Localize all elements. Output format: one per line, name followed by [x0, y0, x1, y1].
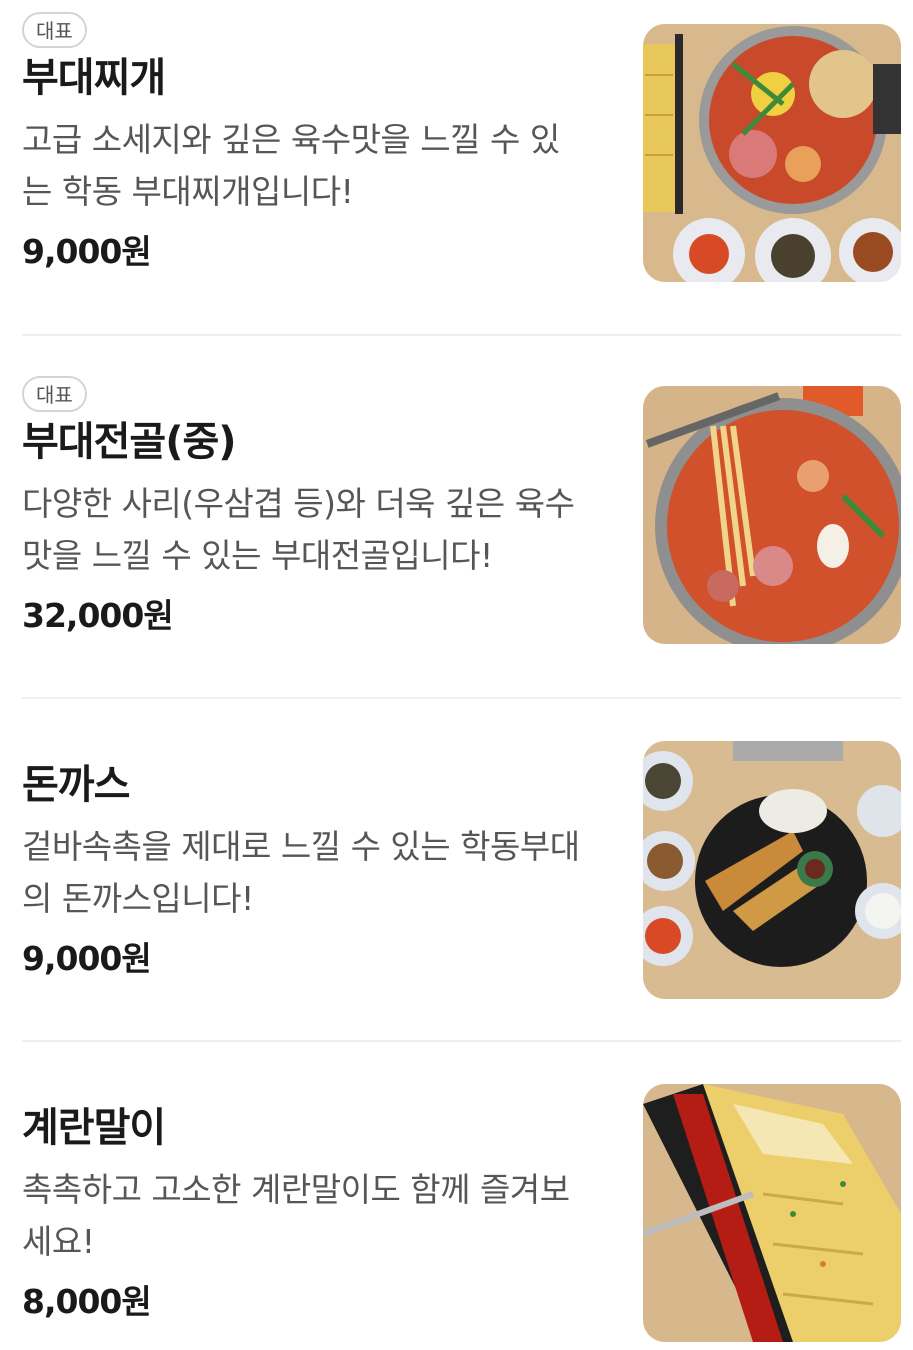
menu-item-price: 32,000원 — [22, 596, 174, 635]
menu-item[interactable]: 계란말이 촉촉하고 고소한 계란말이도 함께 즐겨보세요! 8,000원 — [22, 1042, 901, 1350]
budae-jeongol-photo[interactable] — [643, 386, 901, 644]
menu-item-description: 촉촉하고 고소한 계란말이도 함께 즐겨보세요! — [22, 1170, 570, 1261]
menu-item[interactable]: 돈까스 겉바속촉을 제대로 느낄 수 있는 학동부대의 돈까스입니다! 9,00… — [22, 699, 901, 1042]
menu-list: 대표 부대찌개 고급 소세지와 깊은 육수맛을 느낄 수 있는 학동 부대찌개입… — [0, 0, 913, 1350]
menu-item-price: 9,000원 — [22, 232, 152, 271]
budae-jjigae-photo[interactable] — [643, 24, 901, 282]
menu-item-price: 9,000원 — [22, 939, 152, 978]
budae-jjigae-image — [643, 24, 901, 282]
menu-item-description: 고급 소세지와 깊은 육수맛을 느낄 수 있는 학동 부대찌개입니다! — [22, 120, 560, 211]
menu-item-text: 대표 부대전골(중) 다양한 사리(우삼겹 등)와 더욱 깊은 육수 맛을 느낄… — [22, 376, 602, 642]
menu-item-name: 부대전골(중) — [22, 419, 237, 465]
menu-item-name: 돈까스 — [22, 762, 130, 808]
signature-badge: 대표 — [22, 12, 87, 48]
signature-badge: 대표 — [22, 376, 87, 412]
menu-item-price: 8,000원 — [22, 1282, 152, 1321]
menu-item-text: 계란말이 촉촉하고 고소한 계란말이도 함께 즐겨보세요! 8,000원 — [22, 1100, 602, 1328]
pork-cutlet-photo[interactable] — [643, 741, 901, 999]
menu-item[interactable]: 대표 부대찌개 고급 소세지와 깊은 육수맛을 느낄 수 있는 학동 부대찌개입… — [22, 0, 901, 336]
menu-item-description: 다양한 사리(우삼겹 등)와 더욱 깊은 육수 맛을 느낄 수 있는 부대전골입… — [22, 484, 575, 575]
budae-jeongol-image — [643, 386, 901, 644]
menu-item[interactable]: 대표 부대전골(중) 다양한 사리(우삼겹 등)와 더욱 깊은 육수 맛을 느낄… — [22, 336, 901, 699]
pork-cutlet-image — [643, 741, 901, 999]
menu-item-name: 계란말이 — [22, 1105, 166, 1151]
menu-item-text: 대표 부대찌개 고급 소세지와 깊은 육수맛을 느낄 수 있는 학동 부대찌개입… — [22, 12, 602, 278]
rolled-omelette-image — [643, 1084, 901, 1342]
rolled-omelette-photo[interactable] — [643, 1084, 901, 1342]
menu-item-description: 겉바속촉을 제대로 느낄 수 있는 학동부대의 돈까스입니다! — [22, 827, 580, 918]
menu-item-name: 부대찌개 — [22, 55, 166, 101]
menu-item-text: 돈까스 겉바속촉을 제대로 느낄 수 있는 학동부대의 돈까스입니다! 9,00… — [22, 757, 602, 985]
